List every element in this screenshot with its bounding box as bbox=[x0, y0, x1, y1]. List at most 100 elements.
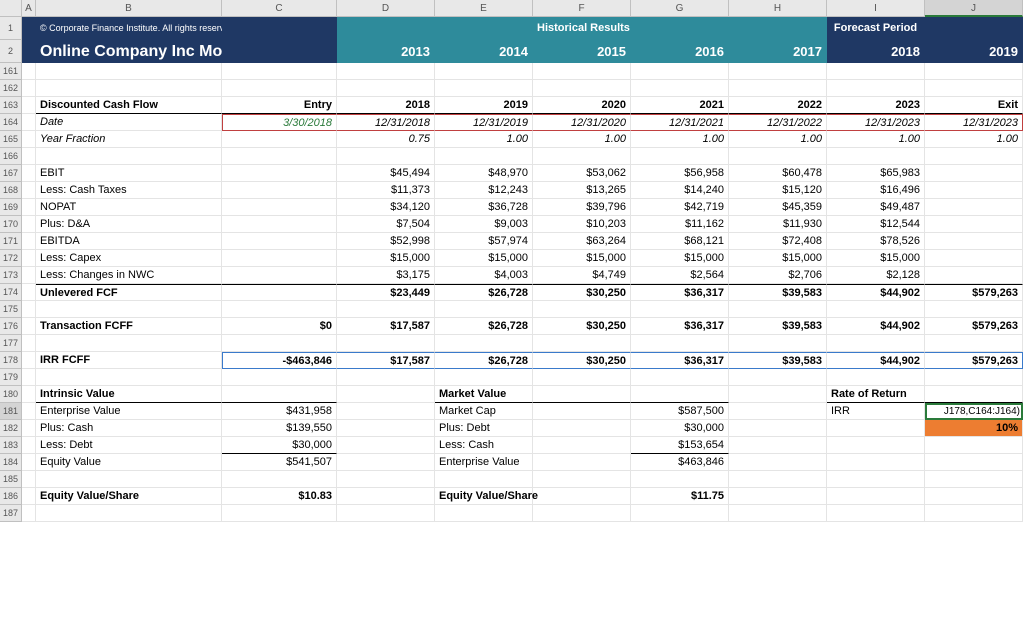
dcf-cell[interactable]: $9,003 bbox=[435, 216, 533, 233]
dcf-row-label[interactable]: EBIT bbox=[36, 165, 222, 182]
row-header[interactable]: 185 bbox=[0, 471, 22, 488]
row-header[interactable]: 2 bbox=[0, 40, 22, 63]
row-header[interactable]: 181 bbox=[0, 403, 22, 420]
dcf-cell[interactable] bbox=[925, 199, 1023, 216]
mv-evps-label[interactable]: Equity Value/Share bbox=[435, 488, 533, 505]
period-header[interactable]: 2023 bbox=[827, 97, 925, 114]
dcf-cell[interactable]: $4,003 bbox=[435, 267, 533, 284]
row-header[interactable]: 177 bbox=[0, 335, 22, 352]
ufcf-val[interactable]: $36,317 bbox=[631, 284, 729, 301]
year-header[interactable]: 2015 bbox=[533, 40, 631, 63]
iv-row-label[interactable]: Equity Value bbox=[36, 454, 222, 471]
yf-cell[interactable]: 1.00 bbox=[631, 131, 729, 148]
select-all-corner[interactable] bbox=[0, 0, 22, 17]
iv-row-val[interactable]: $139,550 bbox=[222, 420, 337, 437]
row-header[interactable]: 174 bbox=[0, 284, 22, 301]
iv-row-label[interactable]: Plus: Cash bbox=[36, 420, 222, 437]
period-header[interactable]: 2021 bbox=[631, 97, 729, 114]
dcf-cell[interactable]: $12,544 bbox=[827, 216, 925, 233]
irr-val[interactable]: $26,728 bbox=[435, 352, 533, 369]
dcf-cell[interactable]: $63,264 bbox=[533, 233, 631, 250]
ufcf-val[interactable]: $30,250 bbox=[533, 284, 631, 301]
dcf-cell[interactable] bbox=[925, 182, 1023, 199]
row-header[interactable]: 178 bbox=[0, 352, 22, 369]
period-header[interactable]: 2018 bbox=[337, 97, 435, 114]
dcf-cell[interactable]: $15,000 bbox=[435, 250, 533, 267]
dcf-row-label[interactable]: Plus: D&A bbox=[36, 216, 222, 233]
col-header-H[interactable]: H bbox=[729, 0, 827, 17]
iv-evps-label[interactable]: Equity Value/Share bbox=[36, 488, 222, 505]
dcf-cell[interactable]: $11,373 bbox=[337, 182, 435, 199]
irr-val[interactable]: $17,587 bbox=[337, 352, 435, 369]
cell[interactable] bbox=[435, 17, 533, 40]
dcf-cell[interactable]: $14,240 bbox=[631, 182, 729, 199]
dcf-cell[interactable]: $45,359 bbox=[729, 199, 827, 216]
iv-row-label[interactable]: Enterprise Value bbox=[36, 403, 222, 420]
dcf-cell[interactable]: $10,203 bbox=[533, 216, 631, 233]
mv-row-val[interactable]: $587,500 bbox=[631, 403, 729, 420]
col-header-J[interactable]: J bbox=[925, 0, 1023, 17]
date-cell[interactable]: 12/31/2019 bbox=[435, 114, 533, 131]
dcf-cell[interactable]: $13,265 bbox=[533, 182, 631, 199]
market-value-heading[interactable]: Market Value bbox=[435, 386, 533, 403]
irr-val[interactable]: $44,902 bbox=[827, 352, 925, 369]
date-entry[interactable]: 3/30/2018 bbox=[222, 114, 337, 131]
yf-cell[interactable]: 1.00 bbox=[827, 131, 925, 148]
dcf-cell[interactable]: $15,120 bbox=[729, 182, 827, 199]
irr-val[interactable]: $39,583 bbox=[729, 352, 827, 369]
dcf-cell[interactable]: $15,000 bbox=[729, 250, 827, 267]
dcf-cell[interactable]: $15,000 bbox=[337, 250, 435, 267]
period-header[interactable]: 2020 bbox=[533, 97, 631, 114]
mv-row-val[interactable]: $153,654 bbox=[631, 437, 729, 454]
cell[interactable] bbox=[337, 17, 435, 40]
row-header[interactable]: 162 bbox=[0, 80, 22, 97]
cell[interactable] bbox=[631, 17, 729, 40]
dcf-cell[interactable]: $15,000 bbox=[533, 250, 631, 267]
tfcff-val[interactable]: $30,250 bbox=[533, 318, 631, 335]
mv-row-label[interactable]: Less: Cash bbox=[435, 437, 533, 454]
unlevered-fcf-label[interactable]: Unlevered FCF bbox=[36, 284, 222, 301]
mv-row-label[interactable]: Enterprise Value bbox=[435, 454, 533, 471]
col-header-A[interactable]: A bbox=[22, 0, 36, 17]
dcf-cell[interactable]: $3,175 bbox=[337, 267, 435, 284]
col-header-F[interactable]: F bbox=[533, 0, 631, 17]
yf-cell[interactable]: 1.00 bbox=[435, 131, 533, 148]
row-header[interactable]: 169 bbox=[0, 199, 22, 216]
dcf-cell[interactable] bbox=[925, 216, 1023, 233]
mv-row-label[interactable]: Market Cap bbox=[435, 403, 533, 420]
cell[interactable] bbox=[22, 40, 36, 63]
year-header[interactable]: 2017 bbox=[729, 40, 827, 63]
dcf-cell[interactable]: $53,062 bbox=[533, 165, 631, 182]
iv-row-val[interactable]: $541,507 bbox=[222, 454, 337, 471]
row-header[interactable]: 179 bbox=[0, 369, 22, 386]
yf-cell[interactable]: 1.00 bbox=[533, 131, 631, 148]
dcf-cell[interactable]: $11,162 bbox=[631, 216, 729, 233]
dcf-cell[interactable]: $7,504 bbox=[337, 216, 435, 233]
year-fraction-label[interactable]: Year Fraction bbox=[36, 131, 222, 148]
irr-percent[interactable]: 10% bbox=[925, 420, 1023, 437]
irr-fcff-label[interactable]: IRR FCFF bbox=[36, 352, 222, 369]
dcf-cell[interactable]: $11,930 bbox=[729, 216, 827, 233]
dcf-cell[interactable]: $48,970 bbox=[435, 165, 533, 182]
ufcf-val[interactable]: $26,728 bbox=[435, 284, 533, 301]
cell[interactable] bbox=[22, 17, 36, 40]
row-header[interactable]: 182 bbox=[0, 420, 22, 437]
date-cell[interactable]: 12/31/2018 bbox=[337, 114, 435, 131]
dcf-cell[interactable]: $16,496 bbox=[827, 182, 925, 199]
dcf-heading[interactable]: Discounted Cash Flow bbox=[36, 97, 222, 114]
dcf-row-label[interactable]: EBITDA bbox=[36, 233, 222, 250]
dcf-cell[interactable]: $2,564 bbox=[631, 267, 729, 284]
forecast-period-label[interactable]: Forecast Period bbox=[827, 17, 925, 40]
row-header[interactable]: 1 bbox=[0, 17, 22, 40]
dcf-cell[interactable]: $4,749 bbox=[533, 267, 631, 284]
exit-label[interactable]: Exit bbox=[925, 97, 1023, 114]
dcf-cell[interactable]: $39,796 bbox=[533, 199, 631, 216]
dcf-cell[interactable]: $49,487 bbox=[827, 199, 925, 216]
period-header[interactable]: 2019 bbox=[435, 97, 533, 114]
row-header[interactable]: 173 bbox=[0, 267, 22, 284]
irr-val[interactable]: $579,263 bbox=[925, 352, 1023, 369]
cell[interactable] bbox=[925, 17, 1023, 40]
year-header[interactable]: 2018 bbox=[827, 40, 925, 63]
model-title[interactable]: Online Company Inc Model bbox=[36, 40, 222, 63]
historical-results-label[interactable]: Historical Results bbox=[533, 17, 631, 40]
